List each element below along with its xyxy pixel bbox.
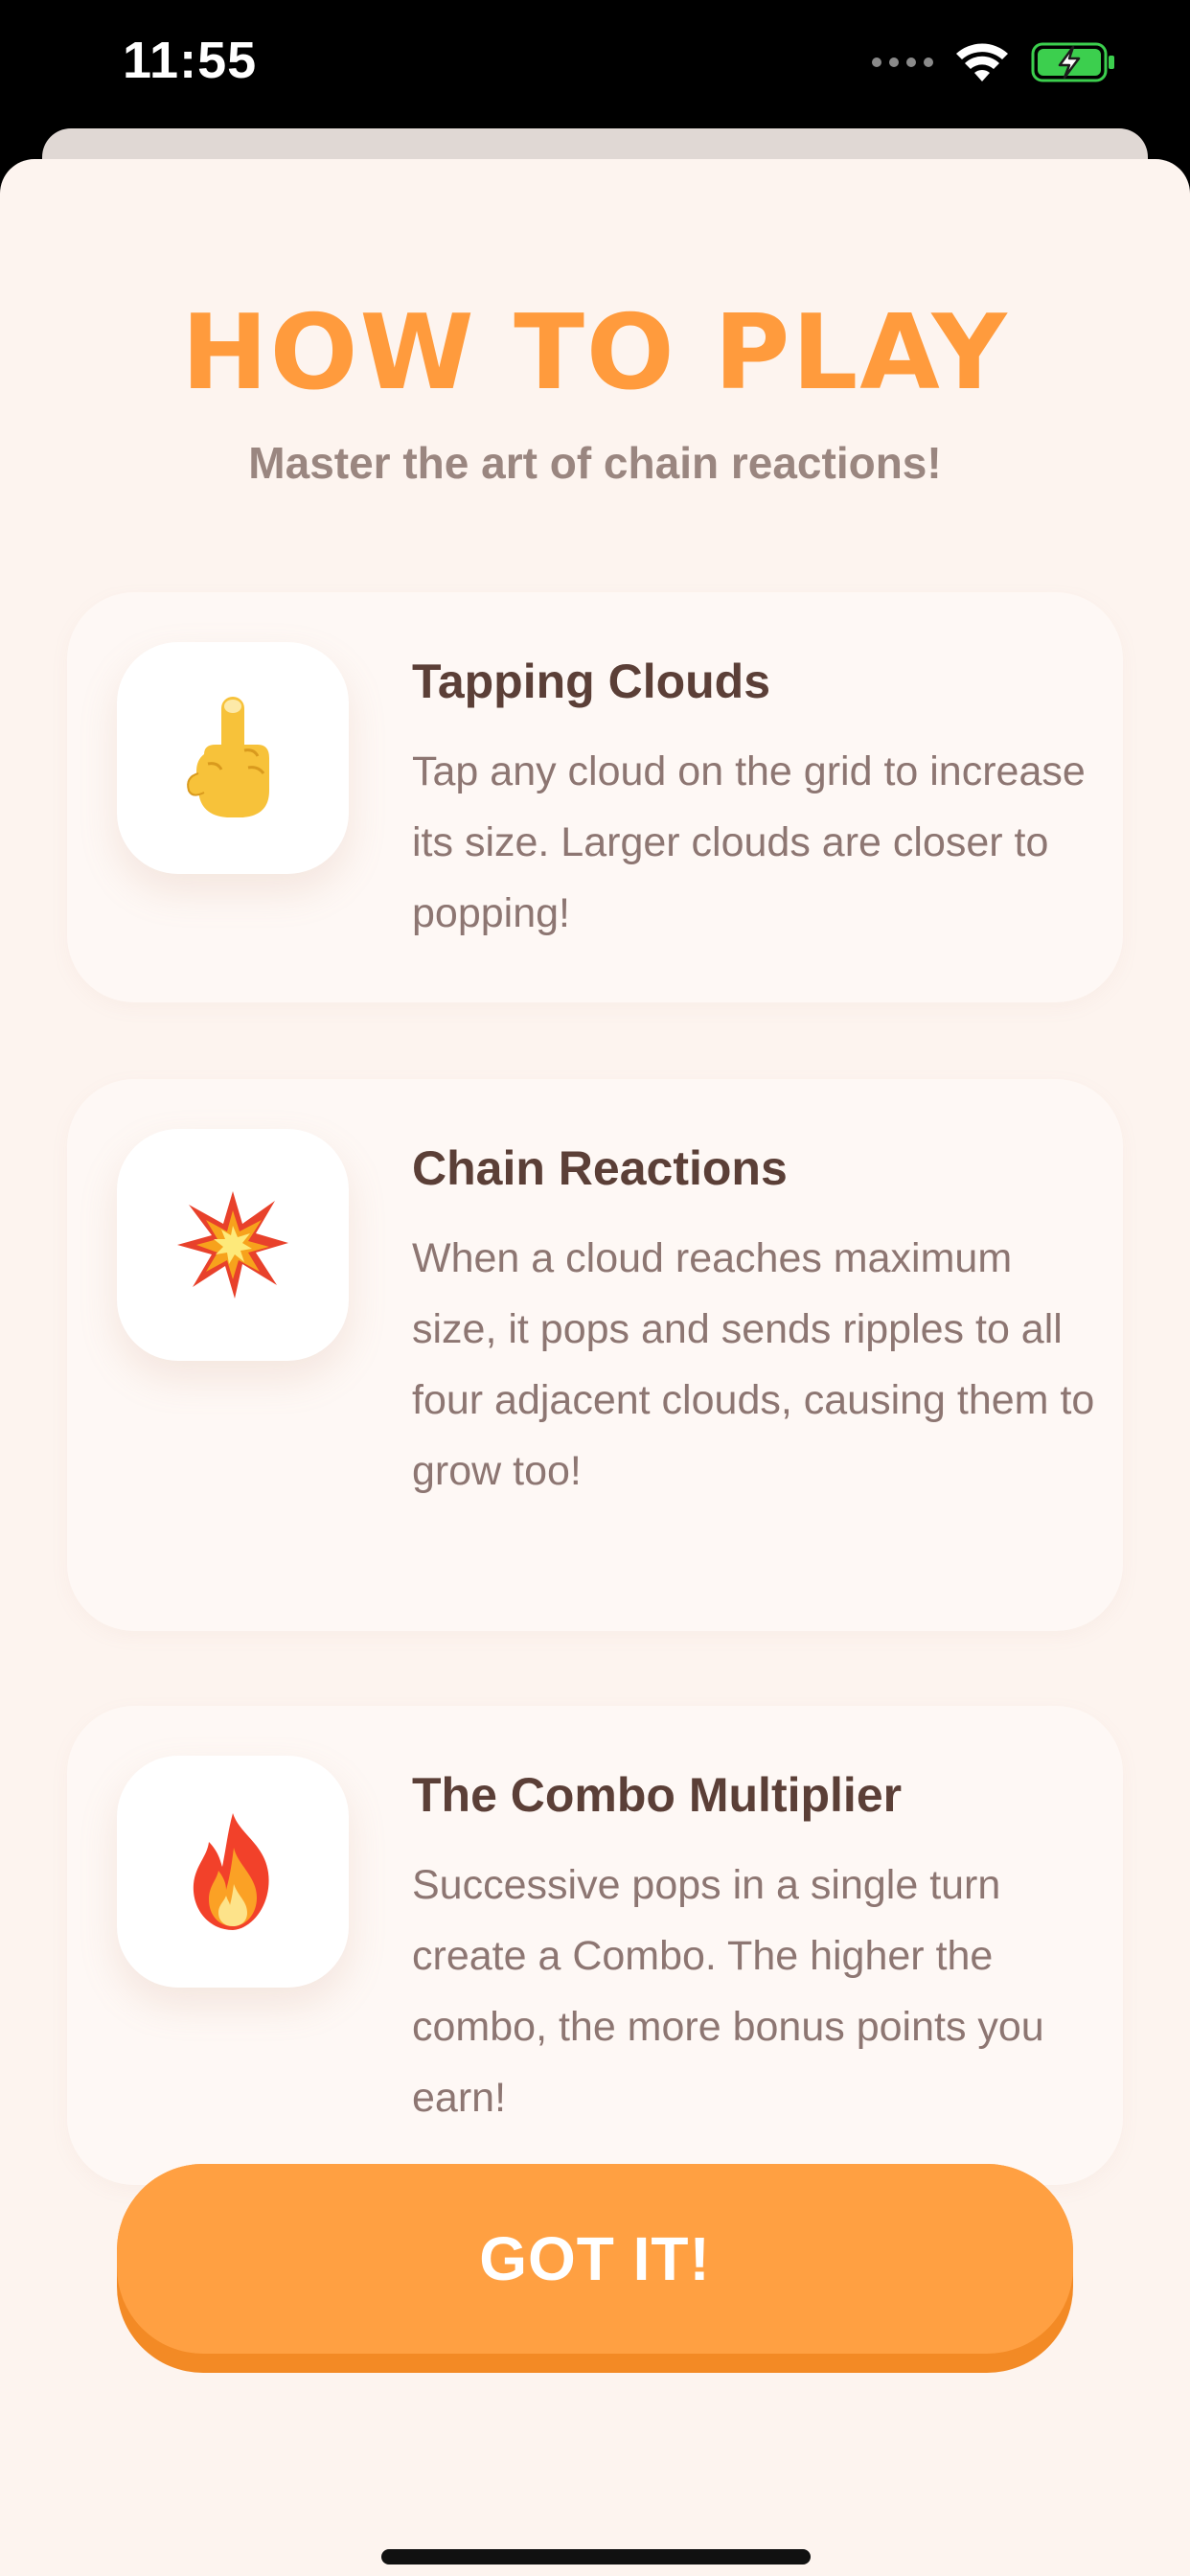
fire-icon — [117, 1756, 349, 1988]
status-time: 11:55 — [123, 32, 258, 89]
how-to-play-sheet: HOW TO PLAY Master the art of chain reac… — [0, 159, 1190, 2576]
screen: 11:55 HOW TO PLAY Master the art of chai… — [0, 0, 1190, 2576]
instruction-card-combo: The Combo Multiplier Successive pops in … — [67, 1706, 1123, 2185]
card-title: Chain Reactions — [412, 1141, 788, 1195]
card-description: Successive pops in a single turn create … — [412, 1862, 1044, 2121]
card-title: Tapping Clouds — [412, 655, 771, 708]
page-title: HOW TO PLAY — [181, 293, 1009, 413]
got-it-button[interactable]: GOT IT! — [117, 2164, 1073, 2373]
card-description: Tap any cloud on the grid to increase it… — [412, 748, 1086, 936]
instruction-card-chain: Chain Reactions When a cloud reaches max… — [67, 1079, 1123, 1631]
home-indicator[interactable] — [381, 2549, 811, 2564]
pointing-finger-icon — [117, 642, 349, 874]
got-it-button-face[interactable]: GOT IT! — [117, 2164, 1073, 2354]
explosion-icon — [117, 1129, 349, 1361]
signal-dots-icon — [872, 58, 933, 67]
battery-charging-icon — [1031, 42, 1114, 82]
card-description: When a cloud reaches maximum size, it po… — [412, 1235, 1095, 1494]
status-bar: 11:55 — [0, 0, 1190, 134]
instruction-card-tapping: Tapping Clouds Tap any cloud on the grid… — [67, 592, 1123, 1002]
got-it-button-label: GOT IT! — [479, 2224, 711, 2293]
card-title: The Combo Multiplier — [412, 1768, 903, 1822]
wifi-icon — [956, 43, 1008, 81]
status-icons — [872, 38, 1117, 86]
page-subtitle: Master the art of chain reactions! — [248, 438, 942, 488]
